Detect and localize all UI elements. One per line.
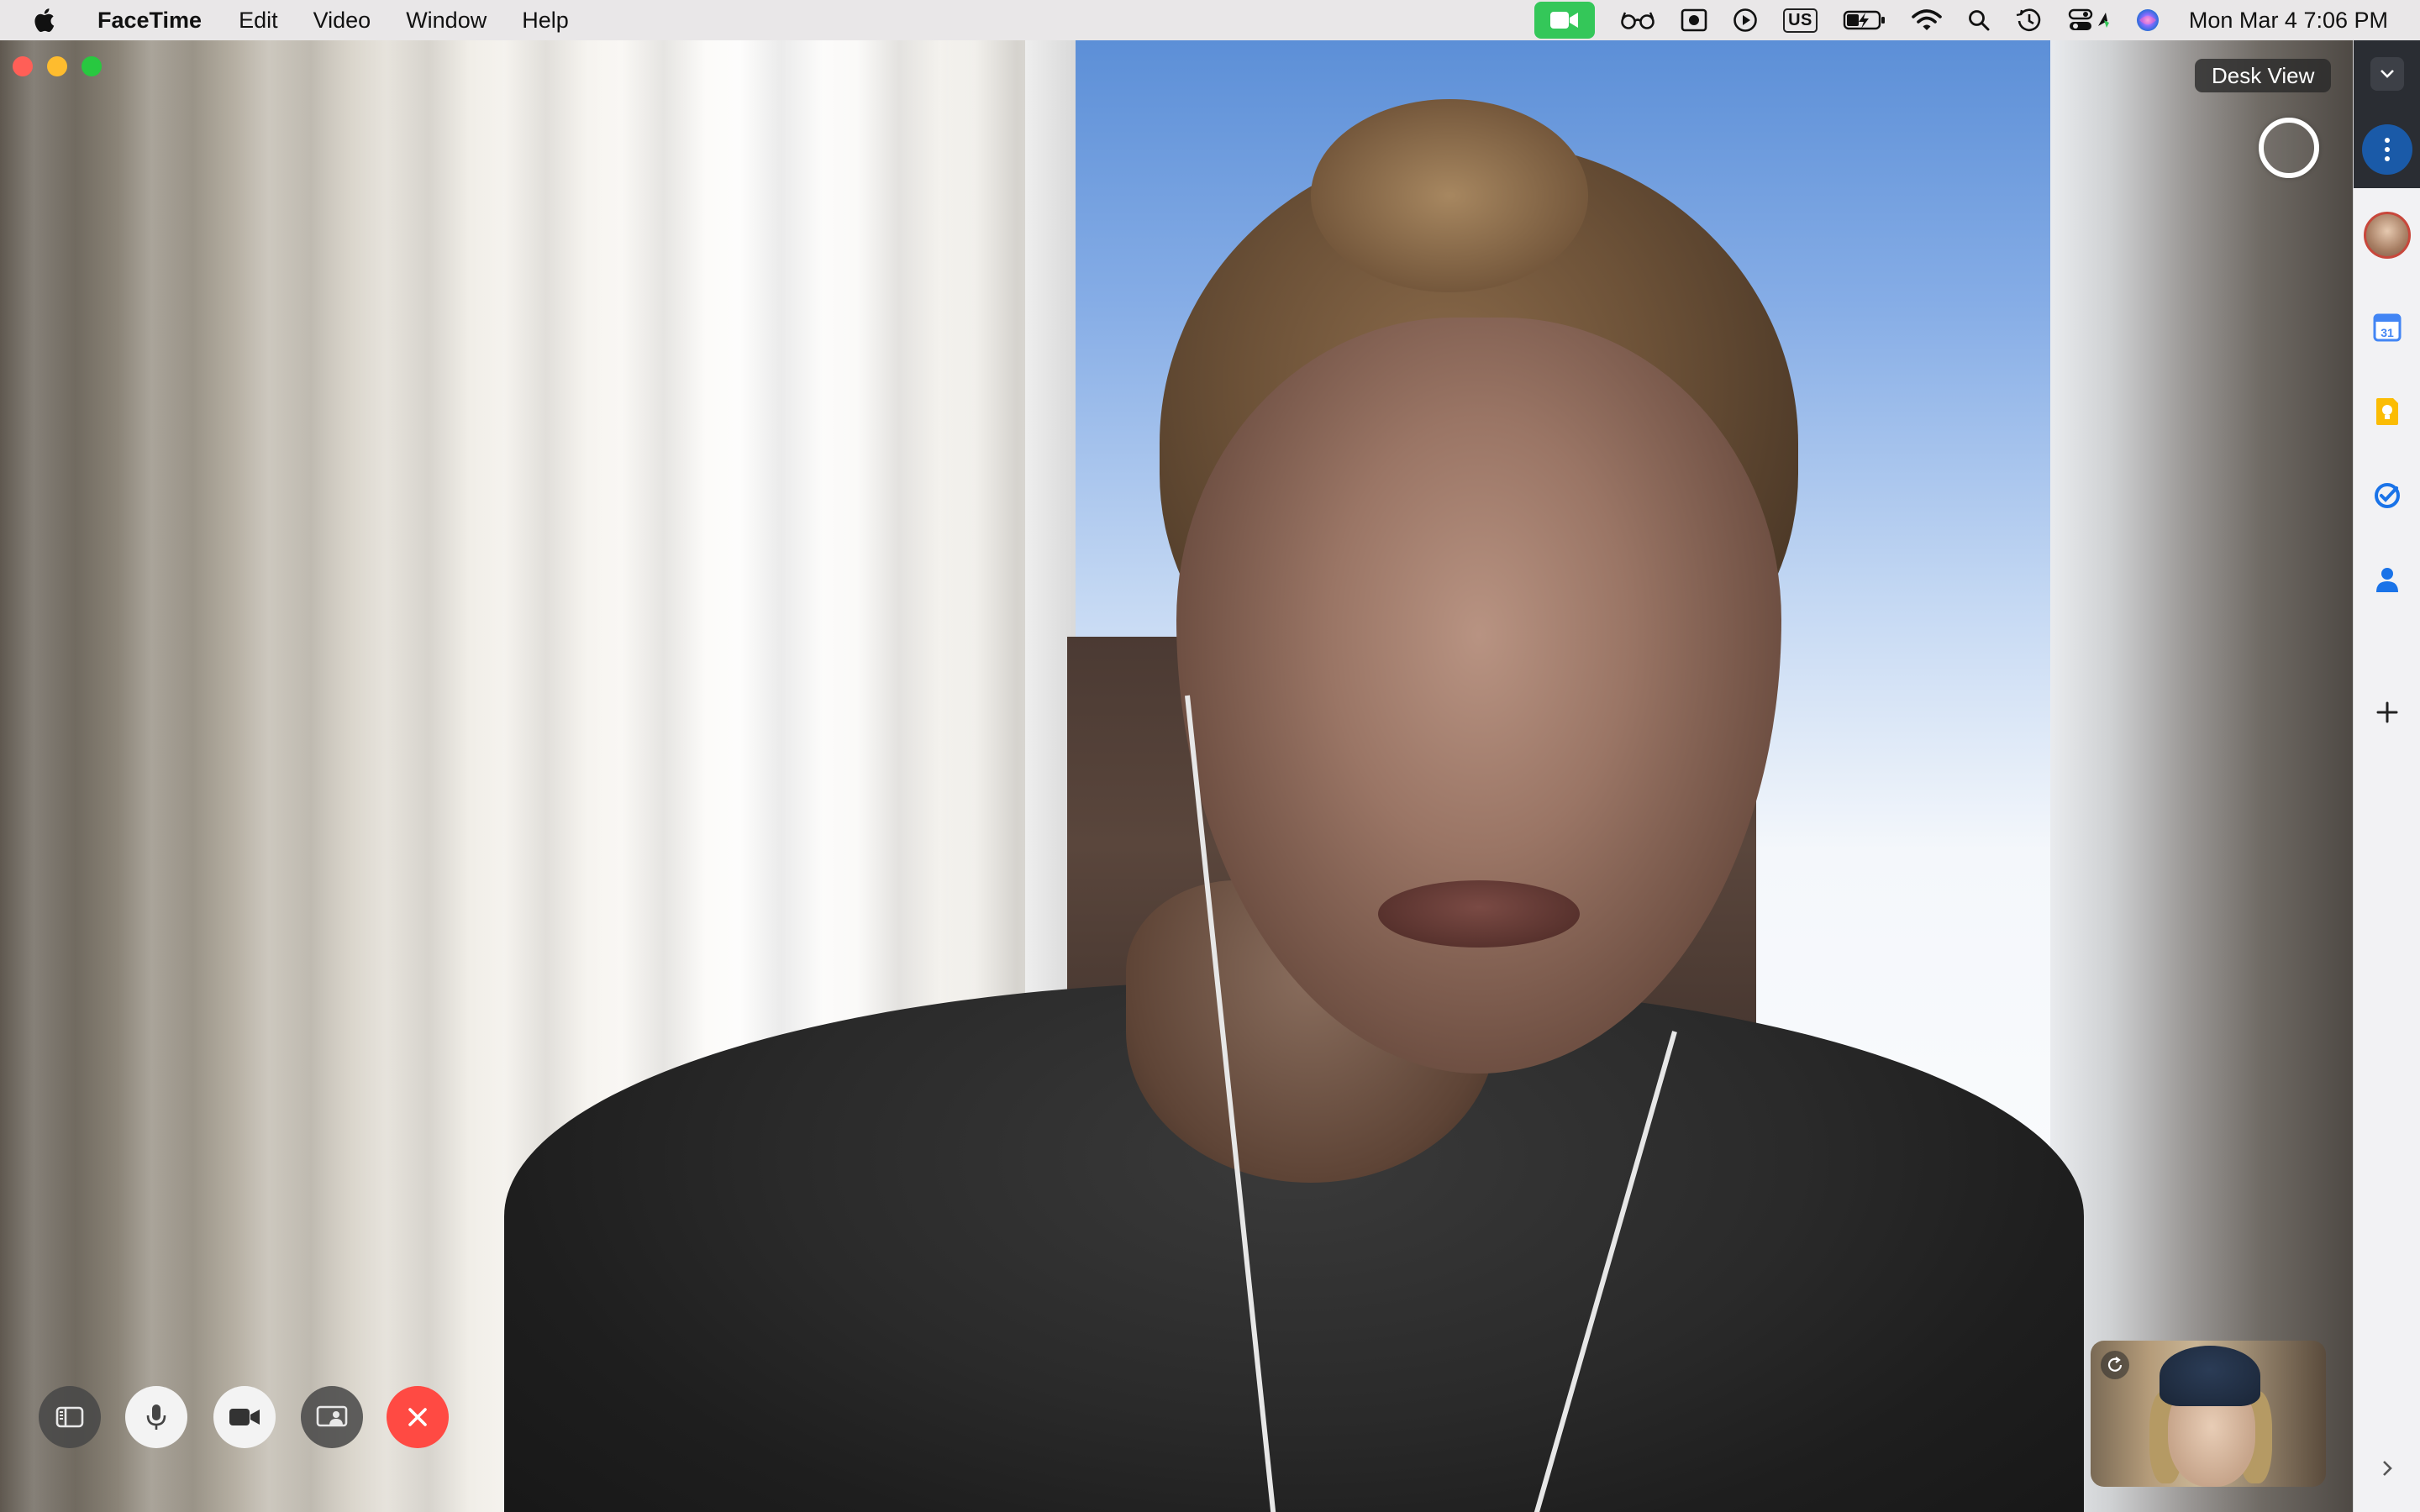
share-screen-button[interactable] — [301, 1386, 363, 1448]
google-calendar-icon[interactable]: 31 — [2370, 311, 2404, 344]
menu-clock[interactable]: Mon Mar 4 7:06 PM — [2189, 8, 2388, 34]
share-screen-icon — [316, 1404, 348, 1430]
spotlight-search-icon[interactable] — [1967, 0, 1991, 40]
remote-participant-mouth — [1378, 880, 1580, 948]
workspace-side-panel: 31 — [2353, 40, 2420, 1512]
menu-bar: FaceTime Edit Video Window Help US Mon M… — [0, 0, 2420, 40]
self-view-beanie — [2160, 1346, 2260, 1406]
mute-microphone-button[interactable] — [125, 1386, 187, 1448]
self-view-preview[interactable] — [2091, 1341, 2326, 1487]
siri-icon[interactable] — [2135, 0, 2160, 40]
video-window-frame-right — [2050, 40, 2353, 1512]
contact-avatar[interactable] — [2364, 212, 2411, 259]
menu-app-name[interactable]: FaceTime — [97, 8, 202, 34]
microphone-icon — [145, 1403, 167, 1431]
more-options-icon[interactable] — [2362, 124, 2412, 175]
battery-charging-icon[interactable] — [1843, 0, 1886, 40]
window-fullscreen-button[interactable] — [82, 56, 102, 76]
remote-participant-hair-bun — [1311, 99, 1588, 292]
google-tasks-icon[interactable] — [2370, 479, 2404, 512]
facetime-camera-icon[interactable] — [1534, 2, 1596, 39]
chevron-down-icon[interactable] — [2370, 57, 2404, 91]
camera-toggle-button[interactable] — [213, 1386, 276, 1448]
calendar-day: 31 — [2381, 326, 2394, 339]
menu-help[interactable]: Help — [522, 8, 569, 34]
window-close-button[interactable] — [13, 56, 33, 76]
rotate-camera-icon[interactable] — [2101, 1351, 2129, 1379]
reader-glasses-icon[interactable] — [1620, 0, 1655, 40]
sidebar-icon — [55, 1405, 84, 1429]
menu-window[interactable]: Window — [406, 8, 487, 34]
menu-video[interactable]: Video — [313, 8, 371, 34]
screen-record-icon[interactable] — [1681, 0, 1707, 40]
wifi-icon[interactable] — [1912, 0, 1942, 40]
play-icon[interactable] — [1733, 0, 1758, 40]
add-app-icon[interactable] — [2370, 696, 2404, 729]
input-source-label: US — [1783, 8, 1818, 33]
input-source-icon[interactable]: US — [1783, 0, 1818, 40]
end-call-button[interactable] — [387, 1386, 449, 1448]
desk-view-button[interactable]: Desk View — [2195, 59, 2332, 92]
google-keep-icon[interactable] — [2370, 395, 2404, 428]
control-center-icon[interactable] — [2068, 0, 2110, 40]
remote-video-feed — [0, 40, 2353, 1512]
menu-edit[interactable]: Edit — [239, 8, 278, 34]
apple-logo-icon[interactable] — [34, 6, 59, 34]
capture-live-photo-button[interactable] — [2259, 118, 2319, 178]
window-minimize-button[interactable] — [47, 56, 67, 76]
chevron-right-icon[interactable] — [2370, 1452, 2404, 1485]
time-machine-icon[interactable] — [2016, 0, 2043, 40]
google-contacts-icon[interactable] — [2370, 563, 2404, 596]
close-icon — [407, 1406, 429, 1428]
sidebar-toggle-button[interactable] — [39, 1386, 101, 1448]
video-camera-icon — [229, 1406, 260, 1428]
